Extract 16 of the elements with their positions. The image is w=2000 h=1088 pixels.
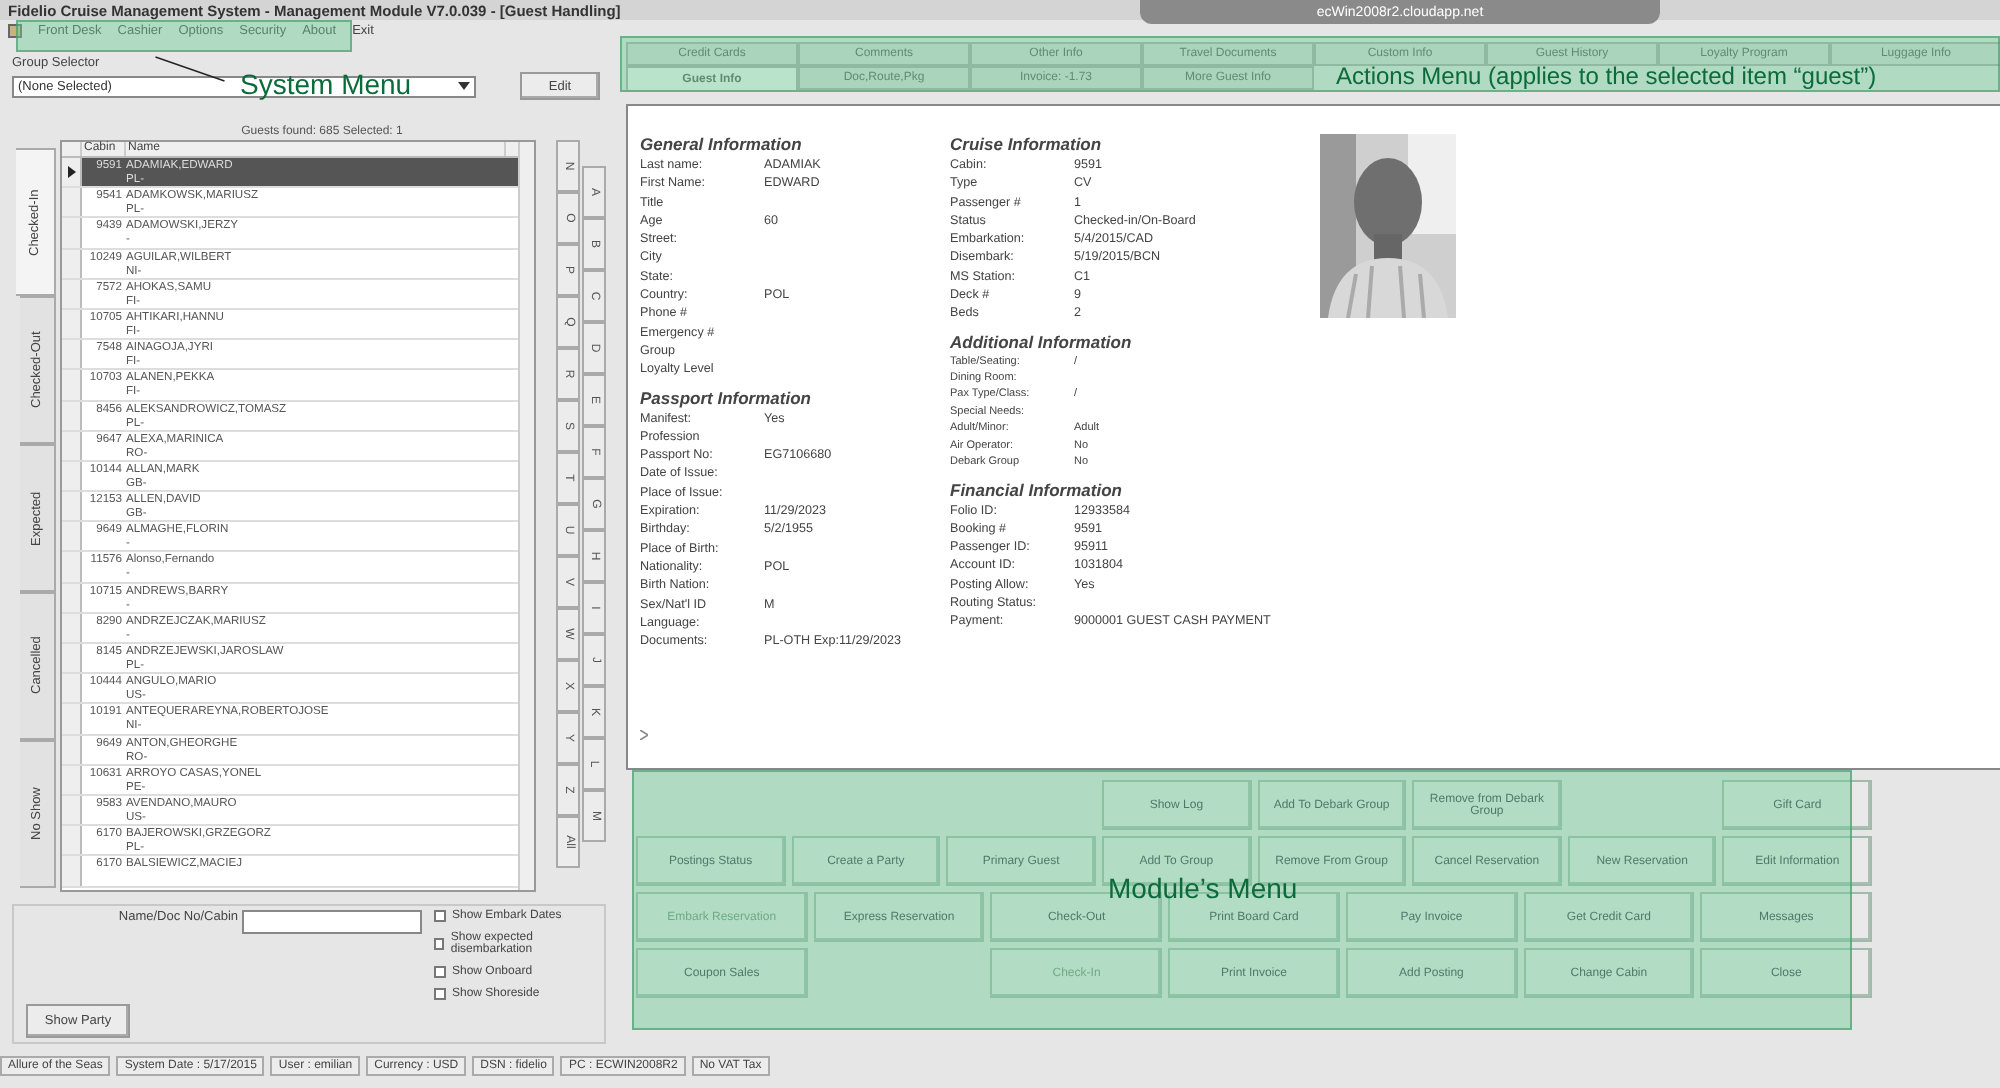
section-title: Additional Information [950,331,1134,352]
row-pointer-icon [67,166,75,179]
search-field[interactable] [242,910,422,934]
section-title: Financial Information [950,479,1124,500]
section-title: General Information [640,134,804,154]
annotation-label: Actions Menu (applies to the selected item “guest”) [1336,62,1877,90]
checkbox[interactable] [434,910,446,922]
cursor-icon [640,730,648,740]
checkbox[interactable] [434,988,446,1000]
scrollbar[interactable] [518,142,534,890]
app-icon[interactable] [8,23,22,37]
checkbox[interactable] [434,938,445,950]
checkbox[interactable] [434,966,446,978]
dropdown-arrow-icon [458,82,470,90]
section-title: Passport Information [640,387,813,408]
section-title: Cruise Information [950,134,1104,154]
